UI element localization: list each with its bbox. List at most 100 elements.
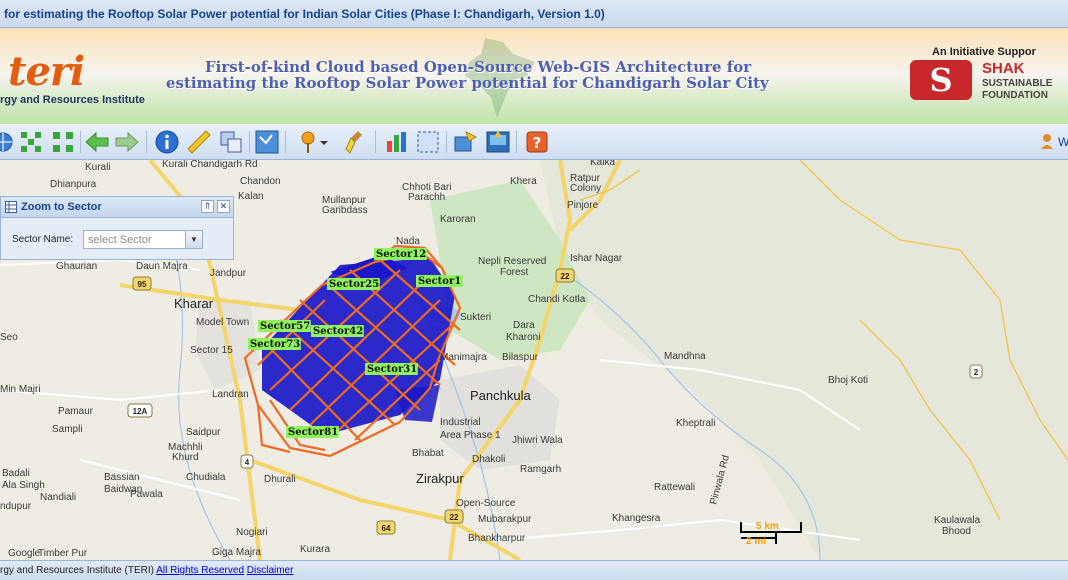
sector-select-placeholder: select Sector [88,234,152,246]
sector-label[interactable]: Sector57 [258,320,311,332]
sector-label-text: Sector57 [260,321,310,332]
zoom-panel-header[interactable]: Zoom to Sector ⇑ ✕ [1,197,233,218]
forward-arrow-icon[interactable] [114,129,140,155]
map-place-label: Bhankharpur [468,533,526,544]
toolbar-separator [146,131,147,153]
banner-heading-line2: estimating the Rooftop Solar Power poten… [166,74,769,92]
map-town-label: Zirakpur [416,471,464,486]
map-place-label: Dhianpura [50,179,97,190]
road-badge-label: 64 [382,524,391,533]
map-place-label: Ishar Nagar [570,253,623,264]
panel-grid-icon [5,201,17,213]
sector-label-text: Sector1 [418,276,461,287]
map-place-label: Kharoni [506,332,540,343]
map-place-label: Rattewali [654,482,695,493]
map-place-label: Kalan [238,191,264,202]
road-badge: 95 [132,276,152,291]
map-place-label: Chandi Kotla [528,294,586,305]
initiative-text: An Initiative Suppor [932,46,1036,58]
user-icon[interactable] [1040,133,1054,149]
map-place-label: Karoran [440,214,476,225]
select-box-icon[interactable] [415,129,441,155]
sector-label[interactable]: Sector81 [286,426,339,438]
globe-icon[interactable] [0,129,16,155]
dropdown-arrow-icon[interactable] [317,129,331,155]
sector-select[interactable]: select Sector ▼ [83,230,203,249]
map-place-label: Garibdass [322,205,368,216]
road-badge-label: 4 [245,458,250,467]
sector-label-text: Sector81 [288,427,338,438]
map-place-label: Industrial [440,417,481,428]
sector-label[interactable]: Sector73 [248,338,301,350]
road-badge: 64 [376,520,396,535]
map-place-label: Saidpur [186,427,221,438]
road-badge-label: 12A [133,407,148,416]
map-place-label: Bhabat [412,448,444,459]
map-place-label: Pinjore [567,200,599,211]
help-icon[interactable]: ? [524,129,550,155]
map-town-label: Panchkula [470,388,531,403]
clear-brush-icon[interactable] [344,129,370,155]
map-place-label: Nandiali [40,492,76,503]
sector-label[interactable]: Sector12 [374,248,427,260]
map-place-label: Kaulawala [934,515,981,526]
collapse-panel-button[interactable]: ⇑ [201,200,214,213]
road-badge: 2 [969,364,983,379]
partner-name: SHAK [982,60,1025,77]
chart-icon[interactable] [384,129,410,155]
road-badge-label: 95 [138,280,147,289]
map-place-label: Sector 15 [190,345,233,356]
map-toolbar: ? W [0,124,1068,160]
layout-icon[interactable] [485,129,511,155]
sector-label-text: Sector42 [313,326,363,337]
map-place-label: Bhoj Koti [828,375,868,386]
map-place-label: Area Phase 1 [440,430,501,441]
close-panel-button[interactable]: ✕ [217,200,230,213]
road-badge: 4 [240,454,254,469]
all-rights-link[interactable]: All Rights Reserved [156,565,244,576]
road-badge: 12A [127,403,153,418]
scale-km-label: 5 km [756,521,779,532]
toolbar-separator [249,131,250,153]
map-place-label: Bassian [104,472,140,483]
sector-name-label: Sector Name: [12,234,74,245]
map-place-label: Sampli [52,424,83,435]
zoom-to-sector-panel: Zoom to Sector ⇑ ✕ Sector Name: select S… [0,196,234,260]
map-place-label: Dara [513,320,535,331]
measure-ruler-icon[interactable] [186,129,212,155]
map-place-label: Google [8,548,41,559]
back-arrow-icon[interactable] [84,129,110,155]
toolbar-separator [375,131,376,153]
map-place-label: Kalka [590,160,615,168]
zoom-extent-icon[interactable] [18,129,44,155]
sector-label[interactable]: Sector1 [416,275,463,287]
teri-logo: teri [8,48,85,95]
map-place-label: Kheptrali [676,418,715,429]
map-place-label: Min Majri [0,384,41,395]
info-icon[interactable] [154,129,180,155]
partner-subtitle: SUSTAINABLE FOUNDATION [982,78,1053,101]
map-place-label: Kurali Chandigarh Rd [162,160,258,170]
map-place-label: Landran [212,389,249,400]
map-place-label: Bhood [942,526,971,537]
query-icon[interactable] [452,129,478,155]
user-link[interactable]: W [1058,135,1068,149]
sector-label[interactable]: Sector25 [327,278,380,290]
layers-icon[interactable] [218,129,244,155]
zoom-in-icon[interactable] [50,129,76,155]
sector-label[interactable]: Sector42 [311,325,364,337]
map-place-label: Forest [500,267,529,278]
sector-label[interactable]: Sector31 [365,363,418,375]
sector-label-text: Sector73 [250,339,300,350]
identify-icon[interactable] [254,129,280,155]
sector-label-text: Sector25 [329,279,379,290]
map-place-label: Jandpur [210,268,247,279]
map-place-label: Nepli Reserved [478,256,546,267]
map-place-label: Parachh [408,192,445,203]
window-title: for estimating the Rooftop Solar Power p… [4,7,605,21]
map-place-label: Ala Singh [2,480,45,491]
map-place-label: Pamaur [58,406,94,417]
chevron-down-icon[interactable]: ▼ [185,231,202,248]
footer-org-text: rgy and Resources Institute (TERI) [0,565,154,576]
disclaimer-link[interactable]: Disclaimer [247,565,294,576]
